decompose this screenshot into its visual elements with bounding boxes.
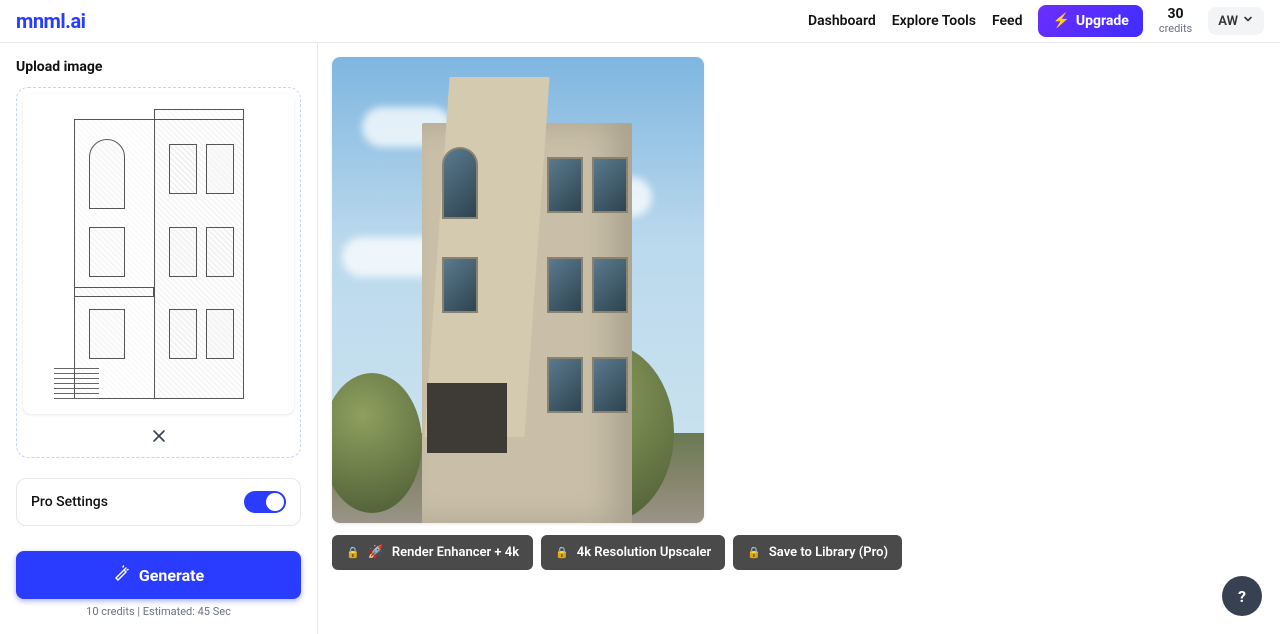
render-enhancer-label: Render Enhancer + 4k (392, 545, 519, 560)
main-area: Upload image (0, 43, 1280, 634)
nav-explore-tools[interactable]: Explore Tools (892, 13, 976, 29)
main-nav: Dashboard Explore Tools Feed ⚡ Upgrade 3… (808, 5, 1264, 37)
chevron-down-icon (1242, 13, 1254, 29)
upscaler-button[interactable]: 🔒 4k Resolution Upscaler (541, 535, 725, 570)
toggle-knob (266, 493, 284, 511)
render-enhancer-button[interactable]: 🔒 🚀 Render Enhancer + 4k (332, 535, 533, 570)
lock-icon: 🔒 (747, 546, 761, 559)
action-row: 🔒 🚀 Render Enhancer + 4k 🔒 4k Resolution… (332, 535, 1266, 570)
generate-button[interactable]: Generate (16, 551, 301, 599)
nav-feed[interactable]: Feed (992, 13, 1023, 29)
lock-icon: 🔒 (555, 546, 569, 559)
app-header: mnml.ai Dashboard Explore Tools Feed ⚡ U… (0, 0, 1280, 43)
result-image[interactable] (332, 57, 704, 523)
content-area: 🔒 🚀 Render Enhancer + 4k 🔒 4k Resolution… (318, 43, 1280, 634)
nav-dashboard[interactable]: Dashboard (808, 13, 876, 29)
user-menu[interactable]: AW (1208, 7, 1264, 35)
credits-label: credits (1159, 23, 1192, 35)
generate-label: Generate (139, 566, 204, 585)
rocket-icon: 🚀 (368, 545, 384, 560)
user-initials: AW (1218, 14, 1238, 29)
magic-wand-icon (113, 565, 129, 585)
credits-display: 30 credits (1159, 7, 1192, 34)
save-library-button[interactable]: 🔒 Save to Library (Pro) (733, 535, 902, 570)
lightning-icon: ⚡ (1052, 13, 1069, 29)
upgrade-label: Upgrade (1076, 13, 1129, 29)
upload-preview-image (23, 94, 294, 414)
help-button[interactable]: ? (1222, 576, 1262, 616)
pro-settings-toggle[interactable] (244, 491, 286, 513)
upload-box[interactable] (16, 87, 301, 458)
upscaler-label: 4k Resolution Upscaler (577, 545, 711, 560)
pro-settings-label: Pro Settings (31, 494, 108, 510)
upload-title: Upload image (16, 59, 301, 75)
help-icon: ? (1238, 587, 1246, 606)
lock-icon: 🔒 (346, 546, 360, 559)
pro-settings-row: Pro Settings (16, 478, 301, 526)
generate-info: 10 credits | Estimated: 45 Sec (16, 605, 301, 618)
upgrade-button[interactable]: ⚡ Upgrade (1038, 5, 1142, 37)
sketch-building-illustration (54, 109, 264, 399)
remove-image-button[interactable] (148, 424, 170, 451)
save-library-label: Save to Library (Pro) (769, 545, 888, 560)
sidebar: Upload image (0, 43, 318, 634)
credits-count: 30 (1168, 7, 1184, 22)
logo[interactable]: mnml.ai (16, 9, 85, 33)
close-icon (152, 428, 166, 447)
